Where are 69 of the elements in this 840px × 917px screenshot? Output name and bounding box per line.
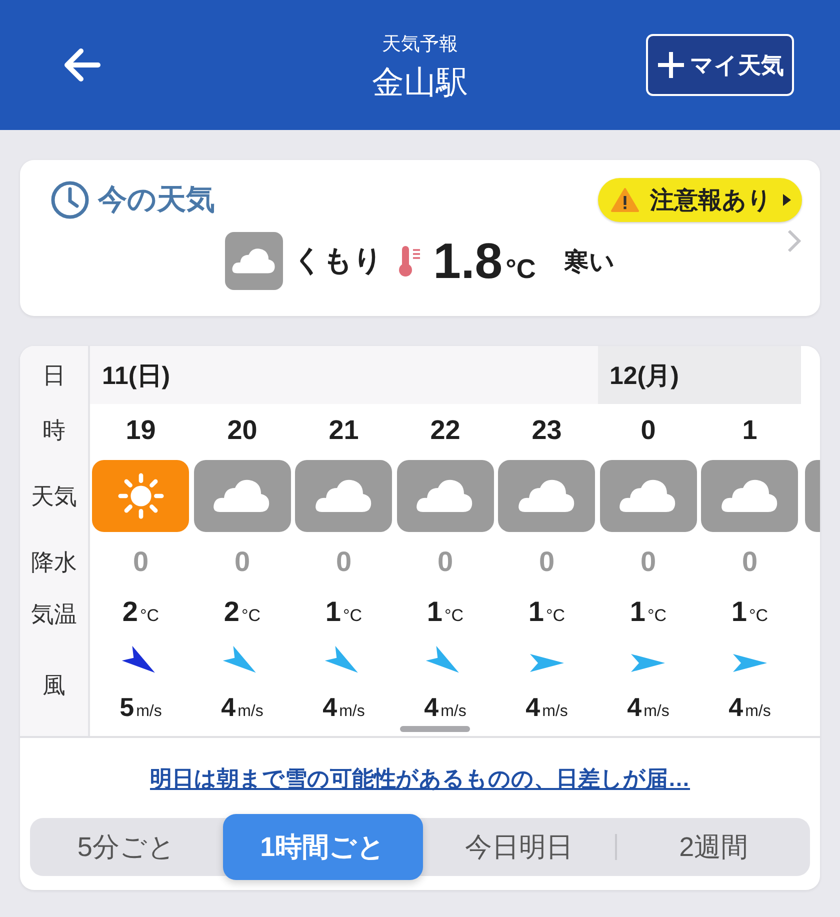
wind-speed-unit: m/s [339,703,365,721]
temperature-unit: °C [648,606,667,626]
wind-speed-unit: m/s [136,703,162,721]
page-subtitle: 天気予報 [382,33,458,57]
hour-label: 23 [532,414,562,446]
plus-icon [656,50,686,80]
hour-label: 20 [227,414,258,446]
row-label: 日 [42,360,66,390]
wind-speed-unit: m/s [440,703,466,721]
temperature-value: 2 [224,596,240,628]
temperature-value: 1 [426,596,442,628]
precipitation-value: 0 [437,546,454,578]
my-weather-button[interactable]: マイ天気 [646,34,794,96]
row-label: 時 [42,416,66,444]
day-header: 11(日) [90,346,598,404]
temperature-value: 2 [122,596,138,628]
forecast-summary-link[interactable]: 明日は朝まで雪の可能性があるものの、日差しが届… [150,764,690,794]
wind-speed-value: 5 [120,692,134,723]
current-weather-heading: 今の天気 [98,183,215,218]
feel-text: 寒い [564,246,615,278]
row-label: 風 [42,670,66,700]
clock-icon [50,180,90,220]
hour-label: 22 [430,414,460,446]
wind-speed-value: 4 [627,692,642,723]
temperature-unit: °C [506,254,536,285]
current-weather-card[interactable]: 今の天気 注意報あり くもり 1.8°C 寒い [20,160,820,316]
wind-speed-unit: m/s [238,703,264,721]
scroll-indicator [400,726,470,732]
wind-speed-unit: m/s [745,703,771,721]
temperature-unit: °C [343,606,362,626]
temperature-value: 1 [731,596,747,628]
day-header: 12(月) [598,346,800,404]
wind-speed-value: 4 [424,692,439,723]
precipitation-value: 0 [742,546,758,578]
chevron-right-icon [786,228,802,254]
precipitation-value: 0 [234,546,250,578]
wind-speed-unit: m/s [542,703,568,721]
temperature-value: 1.8 [433,232,503,290]
segment-tab[interactable]: 2週間 [617,818,810,876]
row-label: 天気 [31,482,77,510]
segment-tab[interactable]: 5分ごと [30,818,223,876]
temperature-unit: °C [444,606,464,626]
wind-speed-value: 4 [221,692,236,723]
temperature-unit: °C [749,606,768,626]
hour-label: 1 [742,414,758,446]
temperature-value: 1 [630,596,646,628]
row-label: 気温 [31,600,77,628]
temperature-unit: °C [140,606,160,626]
wind-speed-value: 4 [728,692,744,723]
alert-badge[interactable]: 注意報あり [598,178,802,222]
precipitation-value: 0 [538,546,555,578]
wind-speed-value: 4 [526,692,540,723]
hour-label: 19 [126,414,156,446]
temperature-value: 1 [528,596,544,628]
wind-speed-unit: m/s [644,703,670,721]
temperature-unit: °C [546,606,566,626]
segment-tab[interactable]: 今日明日 [422,818,616,876]
wind-speed-value: 4 [322,692,338,723]
station-title: 金山駅 [372,63,468,102]
precipitation-value: 0 [336,546,352,578]
temperature-unit: °C [242,606,261,626]
hour-label: 0 [640,414,656,446]
temperature-value: 1 [325,596,341,628]
hour-label: 21 [328,414,359,446]
condition-text: くもり [293,244,384,279]
precipitation-value: 0 [132,546,149,578]
back-arrow-icon[interactable] [62,47,102,83]
precipitation-value: 0 [640,546,656,578]
row-label: 降水 [31,548,77,576]
